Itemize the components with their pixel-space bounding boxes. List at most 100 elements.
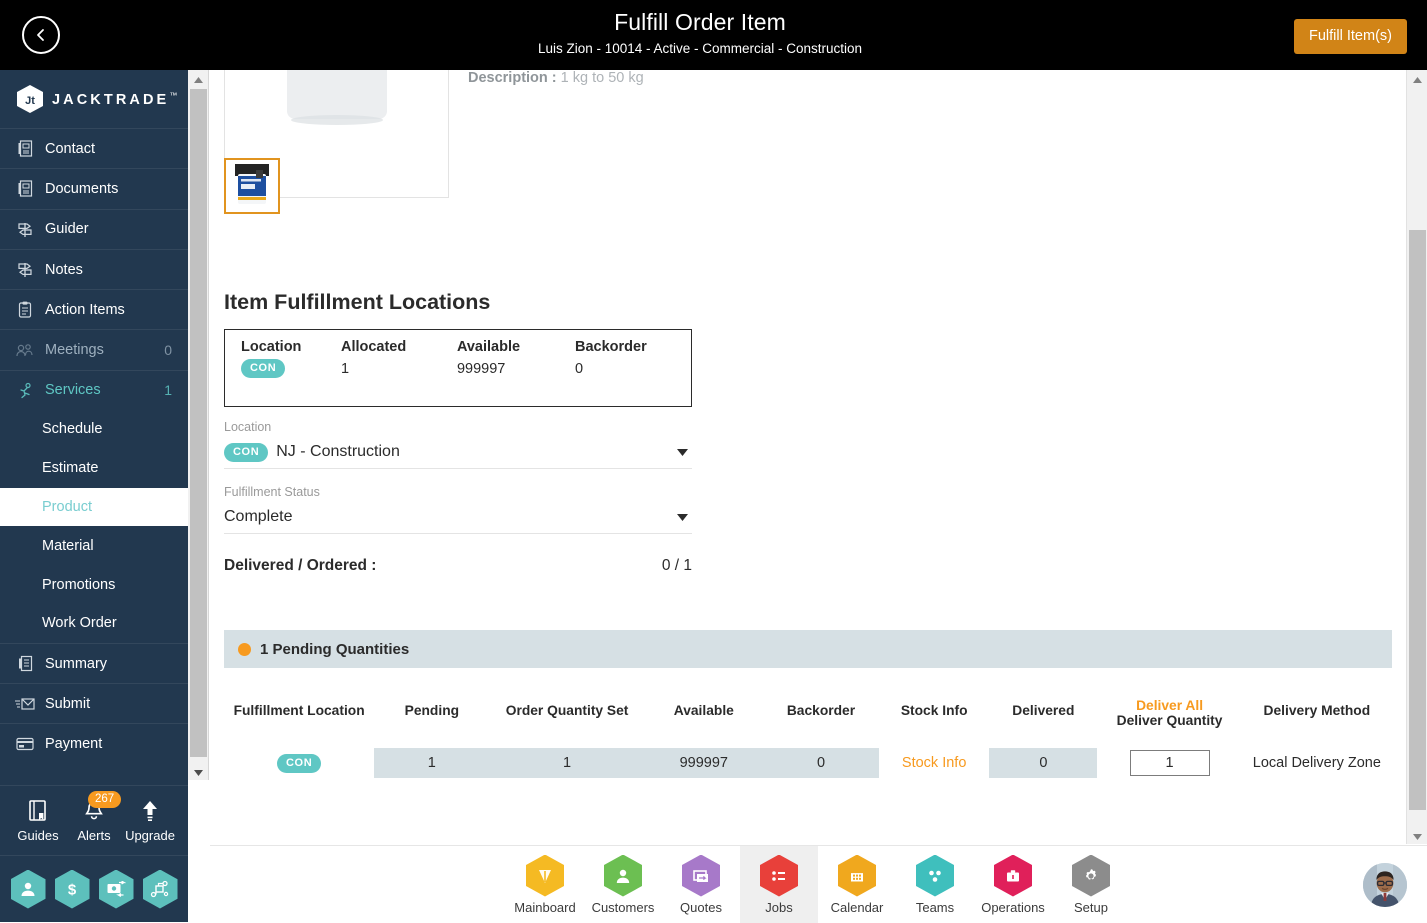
- sidebar-subitem-schedule[interactable]: Schedule: [0, 410, 188, 449]
- deliver-all-link[interactable]: Deliver All: [1097, 698, 1241, 713]
- location-select-row[interactable]: CON NJ - Construction: [224, 436, 692, 468]
- bottom-nav-mainboard[interactable]: Mainboard: [506, 846, 584, 923]
- sidebar-subitem-material[interactable]: Material: [0, 526, 188, 565]
- scroll-up-button[interactable]: [188, 70, 209, 87]
- sidebar-subitem-estimate[interactable]: Estimate: [0, 449, 188, 488]
- scroll-down-button[interactable]: [1407, 827, 1427, 844]
- quick-action-person[interactable]: [10, 869, 46, 909]
- column-header-pending: Pending: [404, 702, 460, 718]
- documents-icon: [14, 180, 36, 198]
- upgrade-button[interactable]: Upgrade: [122, 796, 178, 843]
- column-header-order-quantity-set: Order Quantity Set: [505, 702, 629, 718]
- bottom-nav-quotes[interactable]: Quotes: [662, 846, 740, 923]
- sidebar-scrollbar[interactable]: [188, 70, 209, 780]
- table-header-row: Fulfillment Location Pending Order Quant…: [224, 690, 1392, 748]
- bottom-nav-jobs[interactable]: Jobs: [740, 846, 818, 923]
- mainboard-icon: [526, 854, 564, 897]
- quick-action-dollar[interactable]: $: [54, 869, 90, 909]
- sidebar-item-payment[interactable]: Payment: [0, 723, 188, 763]
- column-header-stock-info: Stock Info: [900, 702, 968, 718]
- jacktrade-hex-icon: Jt: [17, 85, 43, 113]
- scroll-down-button[interactable]: [188, 763, 209, 780]
- scroll-up-button[interactable]: [1407, 70, 1427, 87]
- table-row: CON 1 1 999997 0 Stock Info 0 Local Deli…: [224, 748, 1392, 778]
- chevron-down-icon[interactable]: [677, 508, 688, 526]
- sidebar-item-label: Meetings: [45, 342, 104, 359]
- delivered-ordered-label: Delivered / Ordered :: [224, 557, 377, 574]
- bottom-nav-label: Teams: [915, 899, 955, 915]
- sidebar-item-label: Payment: [45, 736, 103, 753]
- cell-backorder: 0: [575, 360, 584, 377]
- quick-action-money-transfer[interactable]: [98, 869, 134, 909]
- deliver-quantity-input[interactable]: [1129, 750, 1210, 776]
- scrollbar-thumb[interactable]: [1409, 230, 1426, 810]
- bottom-nav-label: Jobs: [765, 899, 793, 915]
- deliver-quantity-label: Deliver Quantity: [1116, 713, 1223, 728]
- avatar[interactable]: [1363, 863, 1407, 907]
- cell-pending: 1: [374, 748, 490, 778]
- sidebar-item-meetings[interactable]: Meetings 0: [0, 329, 188, 369]
- bottom-nav-operations[interactable]: Operations: [974, 846, 1052, 923]
- page-title: Fulfill Order Item: [614, 9, 786, 35]
- bottom-nav-teams[interactable]: Teams: [896, 846, 974, 923]
- product-thumbnail[interactable]: [224, 158, 280, 214]
- fulfillment-status-label: Fulfillment Status: [224, 485, 320, 499]
- sidebar-item-services[interactable]: Services 1: [0, 369, 188, 410]
- payment-card-icon: [14, 737, 36, 751]
- bottom-nav-customers[interactable]: Customers: [584, 846, 662, 923]
- bottom-nav-label: Quotes: [680, 899, 722, 915]
- alerts-button[interactable]: 267 Alerts: [66, 791, 122, 843]
- sidebar-subitem-work-order[interactable]: Work Order: [0, 604, 188, 643]
- sidebar-item-guider[interactable]: Guider: [0, 208, 188, 249]
- upgrade-label: Upgrade: [125, 828, 175, 843]
- cell-backorder: 0: [762, 748, 880, 778]
- sidebar-item-action-items[interactable]: Action Items: [0, 289, 188, 329]
- up-arrow-icon: [141, 796, 159, 826]
- sidebar-item-submit[interactable]: Submit: [0, 683, 188, 723]
- brand-logo[interactable]: Jt JACKTRADE™: [0, 70, 188, 128]
- main-content: Description : 1 kg to 50 kg Item Fulfill…: [210, 70, 1406, 844]
- alerts-label: Alerts: [77, 828, 111, 843]
- quick-action-workflow[interactable]: [142, 869, 178, 909]
- sidebar-item-documents[interactable]: Documents: [0, 168, 188, 208]
- calendar-icon: [838, 854, 876, 897]
- cell-available: 999997: [644, 748, 763, 778]
- cell-delivered: 0: [989, 748, 1098, 778]
- scrollbar-thumb[interactable]: [190, 89, 207, 757]
- location-badge: CON: [277, 753, 322, 773]
- customers-person-icon: [604, 854, 642, 897]
- sidebar-subitem-product[interactable]: Product: [0, 487, 188, 527]
- sidebar-item-notes[interactable]: Notes: [0, 248, 188, 289]
- triangle-down-icon: [194, 763, 203, 781]
- bottom-nav-calendar[interactable]: Calendar: [818, 846, 896, 923]
- workflow-icon: [150, 880, 169, 898]
- operations-briefcase-icon: [994, 854, 1032, 897]
- description-label: Description :: [468, 70, 557, 86]
- sidebar-item-label: Services: [45, 382, 101, 399]
- header-title-group: Fulfill Order Item Luis Zion - 10014 - A…: [200, 6, 1200, 59]
- sidebar-item-summary[interactable]: Summary: [0, 642, 188, 683]
- cell-fulfillment-location: CON: [224, 748, 374, 778]
- sidebar-item-badge: 1: [164, 382, 172, 399]
- sidebar-item-label: Submit: [45, 695, 91, 712]
- fulfillment-status-row[interactable]: Complete: [224, 501, 692, 533]
- stock-info-link[interactable]: Stock Info: [902, 755, 966, 771]
- guides-button[interactable]: Guides: [10, 796, 66, 843]
- location-select-field[interactable]: Location CON NJ - Construction: [224, 418, 692, 469]
- bottom-nav-setup[interactable]: Setup: [1052, 846, 1130, 923]
- fulfillment-status-value: Complete: [224, 508, 293, 525]
- jobs-list-icon: [760, 854, 798, 897]
- chevron-down-icon[interactable]: [677, 443, 688, 461]
- contact-card-icon: [14, 140, 36, 157]
- main-scrollbar[interactable]: [1406, 70, 1427, 844]
- fulfillment-status-select-field[interactable]: Fulfillment Status Complete: [224, 483, 692, 534]
- meetings-icon: [14, 342, 36, 358]
- sidebar-item-contact[interactable]: Contact: [0, 128, 188, 168]
- sidebar-quick-actions: $: [0, 855, 188, 922]
- column-header-delivered: Delivered: [1012, 702, 1075, 718]
- location-badge: CON: [224, 442, 269, 462]
- sidebar-subitem-promotions[interactable]: Promotions: [0, 565, 188, 604]
- fulfill-items-button[interactable]: Fulfill Item(s): [1294, 19, 1407, 54]
- sidebar-item-badge: 0: [164, 342, 172, 359]
- back-button[interactable]: [22, 16, 60, 54]
